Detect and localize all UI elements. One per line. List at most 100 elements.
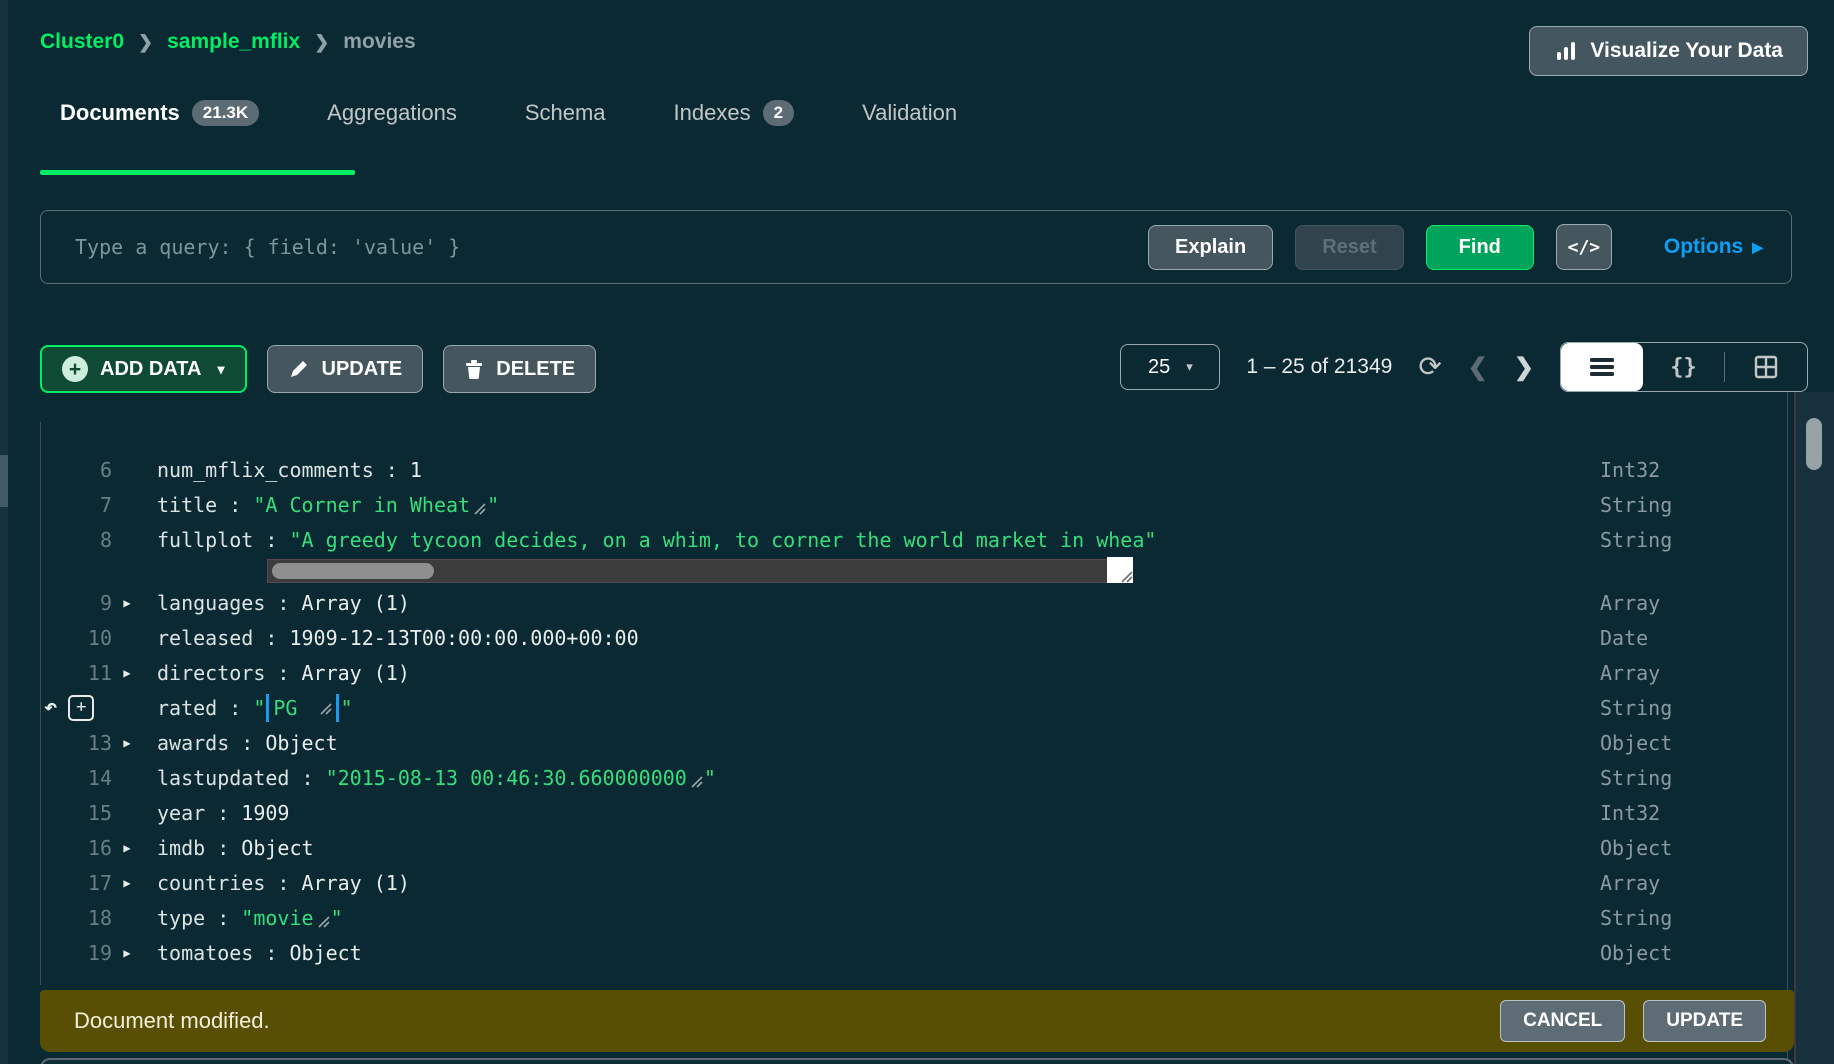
list-view-button[interactable]	[1561, 343, 1643, 391]
options-toggle[interactable]: Options ▶	[1664, 235, 1763, 259]
field-type: String	[1600, 527, 1673, 552]
field-value: 1909	[241, 800, 290, 825]
field-name: imdb	[157, 835, 206, 860]
breadcrumb-database[interactable]: sample_mflix	[167, 30, 300, 54]
expand-caret-icon[interactable]: ▶	[112, 596, 142, 610]
expand-caret-icon[interactable]: ▶	[112, 946, 142, 960]
field-name: lastupdated	[157, 765, 290, 790]
cancel-button[interactable]: CANCEL	[1500, 1000, 1626, 1042]
tab-indexes-label: Indexes	[673, 100, 751, 125]
resize-grip-icon[interactable]	[319, 696, 333, 720]
add-data-button[interactable]: + ADD DATA ▾	[40, 345, 247, 393]
field-value: 2015-08-13 00:46:30.660000000	[337, 765, 687, 790]
vertical-scrollbar-thumb[interactable]	[1806, 418, 1822, 470]
tab-aggregations-label: Aggregations	[327, 100, 457, 125]
edit-pencil-icon[interactable]	[473, 496, 486, 520]
edit-pencil-icon[interactable]	[317, 909, 330, 933]
textarea-resize-handle[interactable]	[1107, 557, 1133, 583]
line-number: 19	[87, 940, 112, 965]
value-edit-input[interactable]: PG	[266, 693, 340, 722]
visualize-your-data-button[interactable]: Visualize Your Data	[1529, 26, 1808, 76]
field-separator: :	[205, 905, 242, 930]
delete-label: DELETE	[496, 357, 576, 380]
field-row-content: type : " movie "	[157, 903, 343, 933]
breadcrumb-cluster[interactable]: Cluster0	[40, 30, 124, 54]
field-separator: :	[265, 660, 302, 685]
tab-validation[interactable]: Validation	[862, 100, 957, 126]
document-row: 17 ▶ countries : Array (1) Array	[40, 865, 1787, 900]
document-card-right-border	[1787, 392, 1788, 1064]
field-row-content: countries : Array (1)	[157, 871, 410, 895]
horizontal-scrollbar-thumb[interactable]	[272, 563, 434, 579]
page-size-value: 25	[1147, 355, 1171, 378]
add-field-button[interactable]: +	[68, 694, 95, 721]
field-name: type	[157, 905, 206, 930]
field-name: title	[157, 492, 218, 517]
field-value: Array (1)	[301, 590, 410, 615]
field-separator: :	[205, 800, 242, 825]
explain-button[interactable]: Explain	[1148, 224, 1274, 270]
field-value: PG	[273, 695, 298, 720]
field-separator: :	[217, 492, 254, 517]
tab-schema[interactable]: Schema	[525, 100, 606, 126]
document-row: 13 ▶ awards : Object Object	[40, 725, 1787, 760]
close-quote: "	[340, 695, 353, 720]
value-scrollbar-row	[40, 557, 1787, 585]
field-name: directors	[157, 660, 266, 685]
horizontal-scrollbar[interactable]	[267, 559, 1131, 583]
result-range: 1 – 25 of 21349	[1246, 355, 1393, 378]
line-number: 17	[87, 870, 112, 895]
export-query-code-button[interactable]: </>	[1555, 224, 1612, 270]
previous-page-button[interactable]: ❮	[1468, 353, 1488, 382]
page-size-select[interactable]: 25 ▾	[1120, 344, 1221, 390]
line-number: 7	[99, 492, 112, 517]
expand-caret-icon[interactable]: ▶	[112, 666, 142, 680]
next-page-button[interactable]: ❯	[1514, 353, 1534, 382]
reset-button[interactable]: Reset	[1295, 224, 1404, 270]
field-name: awards	[157, 730, 230, 755]
undo-icon[interactable]: ↶	[44, 696, 57, 719]
table-view-icon	[1754, 355, 1778, 379]
tab-aggregations[interactable]: Aggregations	[327, 100, 457, 126]
document-row: 18 type : " movie " String	[40, 900, 1787, 935]
update-button[interactable]: UPDATE	[266, 345, 424, 393]
expand-caret-icon[interactable]: ▶	[112, 736, 142, 750]
expand-caret-icon[interactable]: ▶	[112, 841, 142, 855]
document-row: 11 ▶ directors : Array (1) Array	[40, 655, 1787, 690]
refresh-icon[interactable]: ⟳	[1418, 353, 1441, 381]
edit-pencil-icon[interactable]	[690, 769, 703, 793]
document-modified-banner: Document modified. CANCEL UPDATE	[40, 990, 1794, 1052]
json-view-button[interactable]: {}	[1643, 343, 1725, 391]
tab-indexes[interactable]: Indexes 2	[674, 100, 795, 126]
table-view-button[interactable]	[1725, 343, 1807, 391]
left-panel-scrollbar-thumb[interactable]	[0, 455, 8, 507]
field-value: Array (1)	[301, 870, 410, 895]
field-name: rated	[157, 695, 218, 720]
field-value: A Corner in Wheat	[265, 492, 471, 517]
documents-count-badge: 21.3K	[191, 100, 260, 126]
tab-validation-label: Validation	[862, 100, 958, 125]
add-data-label: ADD DATA	[100, 357, 202, 380]
tab-schema-label: Schema	[524, 100, 606, 125]
vertical-scrollbar[interactable]	[1794, 392, 1834, 1064]
field-type: Array	[1600, 590, 1661, 615]
tab-documents[interactable]: Documents 21.3K	[60, 100, 260, 126]
find-button[interactable]: Find	[1425, 224, 1534, 270]
field-separator: :	[253, 940, 290, 965]
field-separator: :	[217, 695, 254, 720]
field-type: String	[1600, 695, 1673, 720]
field-row-content: fullplot : " A greedy tycoon decides, on …	[157, 528, 1156, 552]
update-document-button[interactable]: UPDATE	[1643, 1000, 1766, 1042]
field-type: String	[1600, 492, 1673, 517]
field-value: 1	[409, 457, 422, 482]
field-separator: :	[229, 730, 266, 755]
close-quote: "	[703, 765, 716, 790]
close-quote: "	[330, 905, 343, 930]
query-input[interactable]: Type a query: { field: 'value' }	[75, 235, 1148, 259]
field-name: tomatoes	[157, 940, 254, 965]
plus-circle-icon: +	[62, 356, 88, 382]
expand-caret-icon[interactable]: ▶	[112, 876, 142, 890]
field-row-content: num_mflix_comments : 1	[157, 458, 422, 482]
chevron-right-icon: ❯	[138, 31, 154, 52]
delete-button[interactable]: DELETE	[443, 345, 597, 393]
